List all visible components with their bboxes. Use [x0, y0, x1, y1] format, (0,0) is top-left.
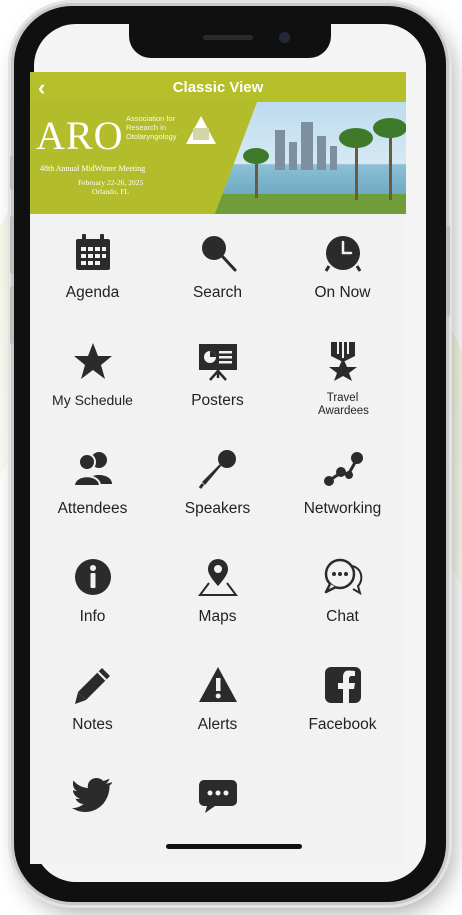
calendar-icon	[76, 234, 110, 270]
association-name: Association for Research in Otolaryngolo…	[126, 114, 176, 141]
event-banner: ARO Association for Research in Otolaryn…	[30, 102, 406, 214]
meeting-dates: February 22-26, 2025 Orlando, FL	[78, 178, 143, 196]
page-title: Classic View	[172, 79, 264, 96]
palm-tree	[243, 148, 269, 164]
star-icon	[74, 343, 112, 379]
network-icon	[324, 452, 363, 486]
palm-tree	[355, 140, 358, 200]
menu-item-info[interactable]: Info	[30, 538, 155, 646]
app-header: ‹ Classic View	[30, 72, 406, 102]
menu-item-search[interactable]: Search	[155, 214, 280, 322]
menu-item-label: Info	[79, 608, 106, 625]
menu-item-label: Posters	[191, 392, 244, 409]
menu-item-attendees[interactable]: Attendees	[30, 430, 155, 538]
menu-item-label: My Schedule	[52, 392, 133, 408]
palm-tree	[373, 118, 406, 138]
menu-item-posters[interactable]: Posters	[155, 322, 280, 430]
clock-icon	[324, 236, 362, 272]
menu-item-label: Alerts	[197, 716, 238, 733]
palm-tree	[339, 128, 373, 148]
menu-item-chat[interactable]: Chat	[280, 538, 405, 646]
facebook-icon	[325, 667, 361, 703]
menu-item-label: On Now	[314, 284, 371, 301]
menu-item-label: Travel Awardees	[318, 392, 369, 417]
location-text: Orlando, FL	[92, 187, 130, 196]
lakeshore	[215, 194, 406, 214]
building	[275, 130, 285, 170]
twitter-bird-icon	[72, 778, 112, 812]
aro-triangle-inner	[193, 128, 209, 140]
association-line: Research in	[126, 123, 167, 132]
menu-item-label: Facebook	[308, 716, 377, 733]
speaker-grille	[203, 35, 253, 40]
building	[289, 142, 297, 170]
mute-switch	[10, 156, 14, 190]
meeting-name: 48th Annual MidWinter Meeting	[40, 164, 146, 173]
menu-item-agenda[interactable]: Agenda	[30, 214, 155, 322]
menu-grid: Agenda Search On Now My Schedule Posters…	[30, 214, 406, 864]
warning-icon	[199, 667, 237, 702]
chat-bubbles-icon	[324, 558, 363, 596]
menu-item-label: Speakers	[184, 500, 251, 517]
building	[317, 136, 326, 170]
building	[330, 146, 337, 170]
palm-tree	[255, 158, 258, 198]
front-camera-icon	[279, 32, 290, 43]
info-icon	[75, 559, 111, 595]
map-pin-icon	[198, 559, 238, 596]
menu-item-label: Maps	[198, 608, 237, 625]
orlando-skyline-photo	[215, 102, 406, 214]
menu-item-label: Networking	[303, 500, 382, 517]
award-ribbon-icon	[329, 342, 357, 381]
volume-up-button	[10, 216, 14, 274]
menu-item-alerts[interactable]: Alerts	[155, 646, 280, 754]
menu-item-notes[interactable]: Notes	[30, 646, 155, 754]
association-line: Association for	[126, 114, 176, 123]
home-indicator[interactable]	[166, 844, 302, 849]
menu-item-networking[interactable]: Networking	[280, 430, 405, 538]
presentation-board-icon	[199, 344, 237, 381]
menu-item-speakers[interactable]: Speakers	[155, 430, 280, 538]
menu-item-label: Search	[192, 284, 243, 301]
building	[301, 122, 313, 170]
notch	[129, 24, 331, 58]
menu-item-facebook[interactable]: Facebook	[280, 646, 405, 754]
magnifier-icon	[202, 236, 237, 272]
date-text: February 22-26, 2025	[78, 178, 144, 187]
menu-item-twitter[interactable]	[30, 754, 155, 862]
menu-item-my-schedule[interactable]: My Schedule	[30, 322, 155, 430]
menu-item-maps[interactable]: Maps	[155, 538, 280, 646]
menu-item-label: Chat	[326, 608, 359, 625]
menu-item-label: Attendees	[57, 500, 128, 517]
message-bubble-icon	[199, 780, 237, 813]
microphone-icon	[198, 450, 236, 489]
pencil-icon	[75, 668, 110, 704]
aro-logo: ARO	[36, 113, 124, 158]
menu-item-travel-awardees[interactable]: Travel Awardees	[280, 322, 405, 430]
menu-item-label: Agenda	[65, 284, 120, 301]
palm-tree	[389, 130, 392, 200]
volume-down-button	[10, 286, 14, 344]
users-icon	[72, 452, 112, 487]
power-button	[446, 226, 450, 316]
menu-item-label: Notes	[72, 716, 113, 733]
phone-frame: ‹ Classic View ARO Association for Resea…	[10, 6, 450, 902]
association-line: Otolaryngology	[126, 132, 177, 141]
menu-item-on-now[interactable]: On Now	[280, 214, 405, 322]
